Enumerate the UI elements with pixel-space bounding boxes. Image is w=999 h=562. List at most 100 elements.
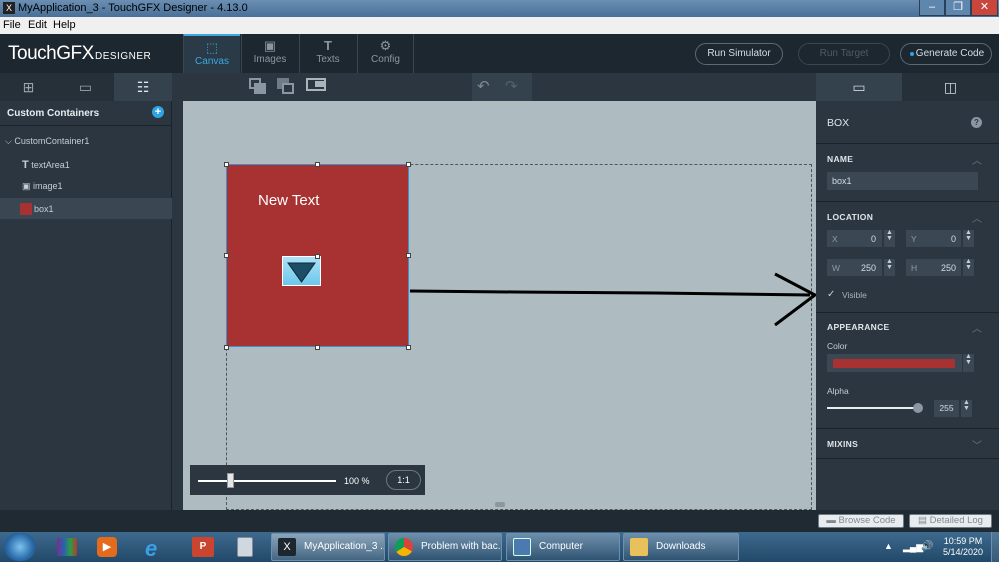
resize-handle[interactable] bbox=[315, 162, 320, 167]
tab-interactions[interactable]: ▭ bbox=[57, 73, 114, 101]
visible-checkbox[interactable]: ✓ bbox=[827, 289, 835, 300]
alpha-slider-track[interactable] bbox=[827, 407, 917, 409]
send-backward-icon[interactable] bbox=[276, 77, 296, 95]
zoom-reset-button[interactable]: 1:1 bbox=[386, 470, 421, 490]
window-title: MyApplication_3 - TouchGFX Designer - 4.… bbox=[18, 2, 248, 14]
task-touchgfx[interactable]: X MyApplication_3 ... bbox=[271, 533, 385, 561]
align-icon[interactable] bbox=[305, 77, 329, 95]
x-stepper[interactable]: ▲ ▼ bbox=[884, 229, 895, 247]
tree-item-customcontainer1[interactable]: ⌵ CustomContainer1 bbox=[5, 136, 89, 147]
folder-icon: ▬ bbox=[826, 515, 836, 526]
add-container-button[interactable]: + bbox=[152, 106, 164, 118]
logo-subtitle: DESIGNER bbox=[95, 51, 152, 62]
resize-handle[interactable] bbox=[406, 345, 411, 350]
image-icon: ▣ bbox=[22, 181, 31, 191]
zoom-slider-track[interactable] bbox=[198, 480, 336, 482]
generate-code-button[interactable]: Generate Code bbox=[900, 43, 992, 65]
resize-handle[interactable] bbox=[315, 345, 320, 350]
tab-images[interactable]: ▣ Images bbox=[241, 34, 298, 73]
resize-handle[interactable] bbox=[224, 162, 229, 167]
textarea1-widget[interactable]: New Text bbox=[258, 192, 319, 209]
resize-handle[interactable] bbox=[224, 253, 229, 258]
image1-widget[interactable] bbox=[282, 256, 321, 286]
chevron-down-icon[interactable]: ﹀ bbox=[972, 437, 982, 452]
h-label: H bbox=[911, 263, 918, 273]
tab-properties[interactable]: ▭ bbox=[816, 73, 902, 101]
tab-screens[interactable]: ⊞ bbox=[0, 73, 57, 101]
winrar-icon[interactable] bbox=[48, 533, 86, 561]
detailed-log-button[interactable]: ▤ Detailed Log bbox=[909, 514, 992, 528]
minimize-button[interactable]: – bbox=[919, 0, 945, 16]
divider bbox=[816, 458, 999, 459]
internet-explorer-icon[interactable]: e bbox=[136, 533, 174, 561]
browse-code-button[interactable]: ▬ Browse Code bbox=[818, 514, 904, 528]
show-desktop-button[interactable] bbox=[991, 532, 999, 562]
canvas-icon: ⬚ bbox=[205, 40, 219, 55]
zoom-percent: 100 % bbox=[344, 476, 370, 486]
section-appearance: APPEARANCE bbox=[827, 322, 890, 332]
chevron-up-icon[interactable]: ︿ bbox=[972, 210, 982, 225]
w-stepper[interactable]: ▲ ▼ bbox=[884, 258, 895, 276]
color-swatch bbox=[833, 359, 955, 368]
alpha-stepper[interactable]: ▲ ▼ bbox=[961, 399, 972, 417]
divider bbox=[0, 125, 172, 126]
task-downloads[interactable]: Downloads bbox=[623, 533, 739, 561]
section-mixins: MIXINS bbox=[827, 439, 859, 449]
tab-canvas[interactable]: ⬚ Canvas bbox=[183, 34, 240, 73]
tab-custom-containers[interactable]: ☷ bbox=[114, 73, 172, 101]
resize-handle[interactable] bbox=[406, 162, 411, 167]
y-stepper[interactable]: ▲ ▼ bbox=[963, 229, 974, 247]
tab-texts[interactable]: T Texts bbox=[299, 34, 356, 73]
close-button[interactable]: ✕ bbox=[971, 0, 998, 16]
alpha-slider-thumb[interactable] bbox=[913, 403, 923, 413]
tab-config-label: Config bbox=[371, 54, 400, 65]
chevron-up-icon[interactable]: ︿ bbox=[972, 320, 982, 335]
menu-file[interactable]: File bbox=[3, 19, 21, 31]
task-chrome[interactable]: Problem with bac... bbox=[388, 533, 502, 561]
help-icon[interactable]: ? bbox=[971, 117, 982, 128]
system-clock[interactable]: 10:59 PM 5/14/2020 bbox=[938, 536, 988, 558]
divider bbox=[816, 201, 999, 202]
status-dot-icon bbox=[910, 52, 914, 56]
chevron-up-icon[interactable]: ︿ bbox=[972, 152, 982, 167]
panel-title: Custom Containers bbox=[7, 108, 100, 119]
gear-icon: ⚙ bbox=[379, 38, 392, 53]
calculator-icon[interactable] bbox=[226, 533, 264, 561]
detailed-log-label: Detailed Log bbox=[929, 515, 983, 526]
chrome-icon bbox=[395, 538, 413, 556]
bring-forward-icon[interactable] bbox=[248, 77, 268, 95]
media-player-icon[interactable]: ▶ bbox=[88, 533, 126, 561]
zoom-slider-thumb[interactable] bbox=[227, 473, 234, 488]
run-target-button[interactable]: Run Target bbox=[798, 43, 890, 65]
tray-arrow-icon[interactable]: ▲ bbox=[884, 541, 893, 551]
maximize-button[interactable]: ❐ bbox=[945, 0, 971, 16]
menu-edit[interactable]: Edit bbox=[28, 19, 47, 31]
tree-item-image1[interactable]: ▣ image1 bbox=[22, 181, 63, 192]
name-input[interactable]: box1 bbox=[827, 172, 978, 190]
alpha-input[interactable]: 255 bbox=[934, 400, 959, 417]
folder-icon bbox=[630, 538, 648, 556]
tab-config[interactable]: ⚙ Config bbox=[357, 34, 414, 73]
y-label: Y bbox=[911, 234, 917, 244]
powerpoint-icon[interactable]: P bbox=[184, 533, 222, 561]
resize-handle[interactable] bbox=[315, 254, 320, 259]
run-simulator-button[interactable]: Run Simulator bbox=[695, 43, 783, 65]
add-screen-icon: ⊞ bbox=[22, 79, 35, 95]
canvas-scroll-handle[interactable] bbox=[495, 502, 505, 507]
x-label: X bbox=[832, 234, 838, 244]
resize-handle[interactable] bbox=[224, 345, 229, 350]
x-value: 0 bbox=[870, 234, 876, 244]
tree-item-textarea1[interactable]: T textArea1 bbox=[22, 159, 70, 171]
undo-icon[interactable]: ↶ bbox=[477, 77, 490, 95]
menu-help[interactable]: Help bbox=[53, 19, 76, 31]
tab-interactions-panel[interactable]: ◫ bbox=[902, 73, 999, 101]
logo: TouchGFX bbox=[8, 43, 94, 64]
task-computer[interactable]: Computer bbox=[506, 533, 620, 561]
volume-icon[interactable]: 🔊 bbox=[921, 541, 933, 552]
h-stepper[interactable]: ▲ ▼ bbox=[963, 258, 974, 276]
redo-icon[interactable]: ↷ bbox=[505, 77, 518, 95]
start-button[interactable] bbox=[4, 533, 36, 561]
resize-handle[interactable] bbox=[406, 253, 411, 258]
color-stepper[interactable]: ▲ ▼ bbox=[963, 353, 974, 372]
section-location: LOCATION bbox=[827, 212, 874, 222]
